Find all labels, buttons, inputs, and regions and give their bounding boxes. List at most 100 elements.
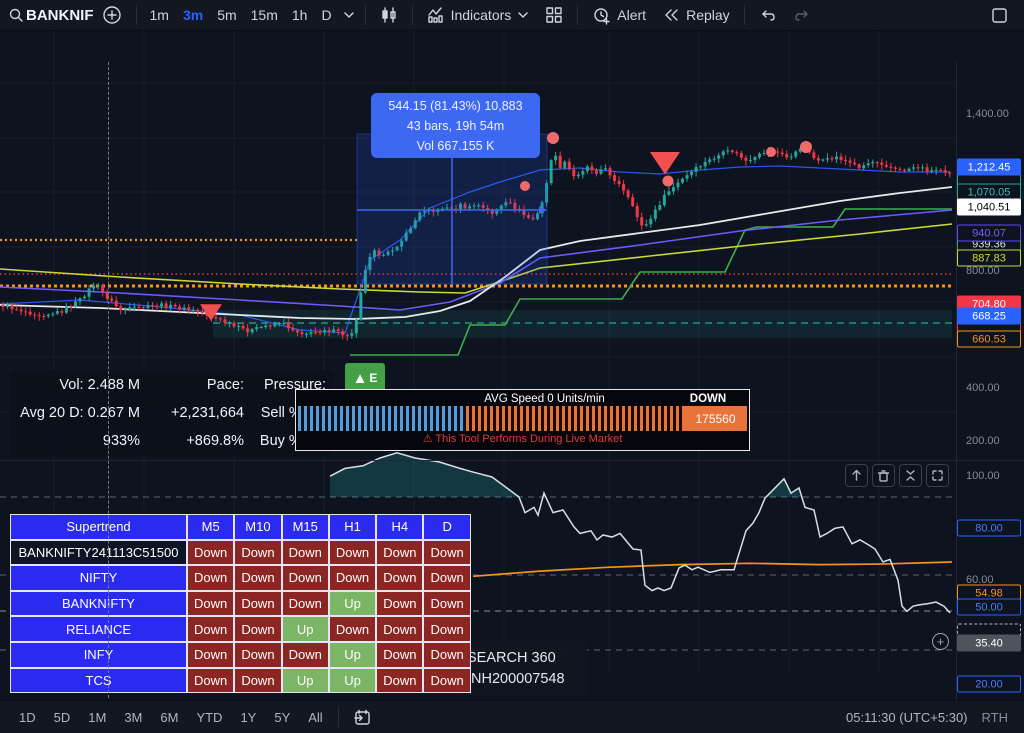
- pane-divider[interactable]: [0, 460, 1024, 461]
- chart-style-button[interactable]: [372, 2, 406, 28]
- range-YTD[interactable]: YTD: [187, 705, 231, 729]
- supertrend-symbol-TCS: TCS: [10, 668, 187, 694]
- supertrend-cell: Down: [376, 565, 423, 591]
- supertrend-header-M10: M10: [234, 514, 281, 540]
- divider: [412, 5, 413, 25]
- date-range-group: 1D5D1M3M6MYTD1Y5YAll: [10, 705, 332, 729]
- supertrend-cell: Down: [376, 591, 423, 617]
- speed-direction: DOWN: [673, 393, 743, 405]
- supertrend-symbol-RELIANCE: RELIANCE: [10, 616, 187, 642]
- pane-maximize-button[interactable]: [926, 464, 949, 487]
- price-label: 80.00: [957, 520, 1021, 537]
- range-5D[interactable]: 5D: [45, 705, 80, 729]
- price-label: 940.07: [957, 225, 1021, 242]
- divider: [365, 5, 366, 25]
- top-toolbar: BANKNIF 1m3m5m15m1hD Indicators Alert: [0, 0, 1024, 31]
- supertrend-cell: Down: [423, 668, 470, 694]
- price-label: 50.00: [957, 599, 1021, 616]
- vol-panel-cell: +2,231,664: [148, 405, 252, 421]
- indicators-button[interactable]: Indicators: [419, 2, 538, 28]
- range-3M[interactable]: 3M: [115, 705, 151, 729]
- speed-bar-orange-segment: [466, 406, 684, 431]
- range-5Y[interactable]: 5Y: [265, 705, 299, 729]
- layout-templates-button[interactable]: [537, 2, 571, 28]
- speed-bar-blue-segment: [298, 406, 466, 431]
- price-label: 660.53: [957, 331, 1021, 348]
- supertrend-cell: Down: [329, 540, 376, 566]
- supertrend-cell: Down: [376, 540, 423, 566]
- supertrend-cell: Down: [282, 591, 329, 617]
- supertrend-symbol-NIFTY: NIFTY: [10, 565, 187, 591]
- crosshair-vertical-line: [108, 62, 109, 703]
- supertrend-cell: Down: [187, 540, 234, 566]
- range-6M[interactable]: 6M: [151, 705, 187, 729]
- timeframe-3m[interactable]: 3m: [176, 2, 210, 28]
- avg-speed-panel: AVG Speed 0 Units/min DOWN 175560 ⚠ This…: [295, 389, 750, 451]
- supertrend-cell: Down: [329, 616, 376, 642]
- price-label: 20.00: [957, 676, 1021, 693]
- timeframe-menu-chevron[interactable]: [339, 2, 359, 28]
- supertrend-cell: Down: [234, 540, 281, 566]
- range-1D[interactable]: 1D: [10, 705, 45, 729]
- undo-button[interactable]: [751, 2, 785, 28]
- supertrend-header-M5: M5: [187, 514, 234, 540]
- chart-area[interactable]: 544.15 (81.43%) 10,883 43 bars, 19h 54m …: [0, 31, 1024, 700]
- supertrend-header-H1: H1: [329, 514, 376, 540]
- compare-add-button[interactable]: [94, 2, 130, 28]
- replay-button[interactable]: Replay: [654, 2, 738, 28]
- range-All[interactable]: All: [299, 705, 331, 729]
- vol-panel-cell: Avg 20 D: 0.267 M: [10, 405, 148, 421]
- go-to-date-button[interactable]: [345, 704, 380, 730]
- pane-collapse-button[interactable]: [899, 464, 922, 487]
- pane-delete-button[interactable]: [872, 464, 895, 487]
- timeframe-group: 1m3m5m15m1hD: [143, 2, 339, 28]
- fullscreen-button[interactable]: [983, 2, 1016, 28]
- trading-app: BANKNIF 1m3m5m15m1hD Indicators Alert: [0, 0, 1024, 733]
- supertrend-cell: Up: [282, 616, 329, 642]
- timeframe-1m[interactable]: 1m: [143, 2, 176, 28]
- supertrend-cell: Up: [282, 668, 329, 694]
- supertrend-cell: Down: [282, 565, 329, 591]
- session-clock[interactable]: 05:11:30 (UTC+5:30): [846, 710, 968, 725]
- supertrend-cell: Down: [187, 668, 234, 694]
- speed-bar-value: 175560: [684, 406, 747, 431]
- add-alert-plus-icon[interactable]: +: [932, 633, 949, 650]
- research-line2: INH200007548: [467, 671, 587, 687]
- session-type[interactable]: RTH: [982, 710, 1008, 725]
- range-1Y[interactable]: 1Y: [231, 705, 265, 729]
- timeframe-1h[interactable]: 1h: [285, 2, 315, 28]
- pane-controls: [845, 464, 949, 487]
- measure-tooltip: 544.15 (81.43%) 10,883 43 bars, 19h 54m …: [371, 93, 540, 158]
- event-marker-label: E: [369, 371, 377, 385]
- supertrend-symbol-BANKNIFTY: BANKNIFTY: [10, 591, 187, 617]
- supertrend-cell: Down: [376, 668, 423, 694]
- supertrend-cell: Up: [329, 642, 376, 668]
- price-label: 1,040.51: [957, 199, 1021, 216]
- supertrend-cell: Down: [187, 616, 234, 642]
- bottom-toolbar: 1D5D1M3M6MYTD1Y5YAll 05:11:30 (UTC+5:30)…: [0, 700, 1024, 733]
- supertrend-cell: Down: [187, 565, 234, 591]
- supertrend-cell: Down: [234, 565, 281, 591]
- indicators-label: Indicators: [451, 7, 512, 23]
- timeframe-15m[interactable]: 15m: [244, 2, 285, 28]
- measure-volume: Vol 667.155 K: [417, 136, 495, 156]
- pane-move-up-button[interactable]: [845, 464, 868, 487]
- price-label: 1,212.45: [957, 159, 1021, 176]
- replay-label: Replay: [686, 7, 730, 23]
- speed-warning: ⚠ This Tool Performs During Live Market: [296, 431, 749, 448]
- symbol-search[interactable]: BANKNIF: [24, 7, 94, 24]
- supertrend-cell: Down: [329, 565, 376, 591]
- price-label: 887.83: [957, 250, 1021, 267]
- supertrend-cell: Down: [376, 616, 423, 642]
- range-1M[interactable]: 1M: [79, 705, 115, 729]
- speed-header: AVG Speed 0 Units/min DOWN: [296, 390, 749, 406]
- divider: [577, 5, 578, 25]
- timeframe-D[interactable]: D: [314, 2, 338, 28]
- search-icon[interactable]: [8, 7, 24, 23]
- supertrend-cell: Down: [423, 642, 470, 668]
- alert-button[interactable]: Alert: [584, 2, 654, 28]
- timeframe-5m[interactable]: 5m: [210, 2, 243, 28]
- redo-button[interactable]: [785, 2, 819, 28]
- research-line1: SEARCH 360: [467, 650, 587, 666]
- supertrend-cell: Down: [423, 540, 470, 566]
